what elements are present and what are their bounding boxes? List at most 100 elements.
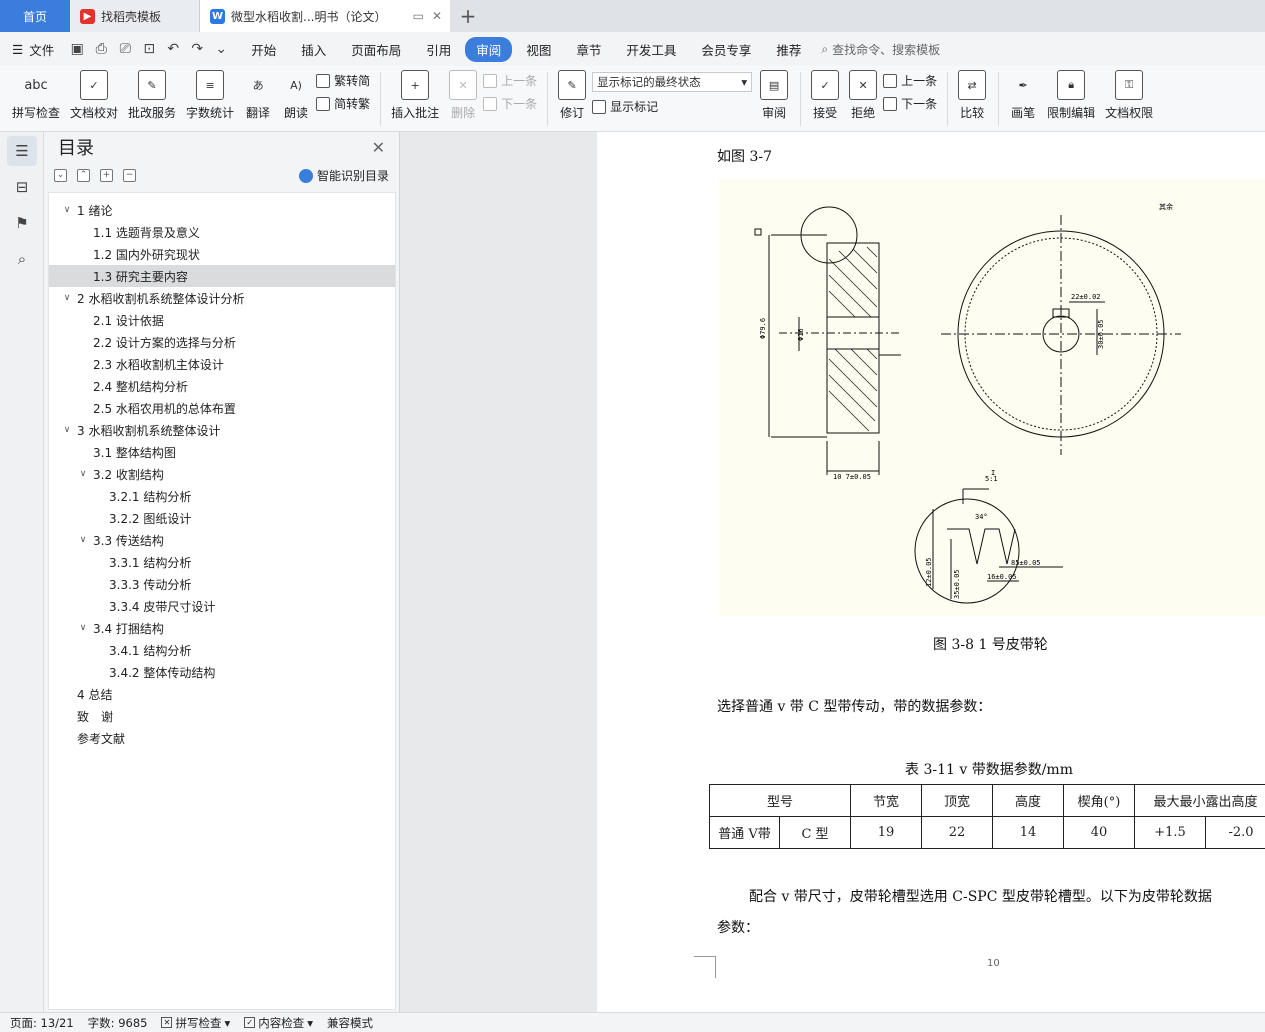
lock-icon: 🔒︎ bbox=[1057, 70, 1086, 100]
menu-page-layout[interactable]: 页面布局 bbox=[340, 37, 412, 62]
add-tab-button[interactable]: + bbox=[450, 0, 486, 32]
toc-item[interactable]: 致 谢 bbox=[49, 705, 395, 727]
document-page[interactable]: 如图 3-7 Φ79.6 Φ16 10 7±0.05 22±0.02 30±0.… bbox=[597, 132, 1265, 1012]
chevron-down-icon[interactable]: ∨ bbox=[61, 425, 73, 435]
track-changes-button[interactable]: ✎ 修订 bbox=[554, 66, 590, 121]
menu-references[interactable]: 引用 bbox=[415, 37, 462, 62]
pen-button[interactable]: ✒ 画笔 bbox=[1005, 66, 1041, 121]
spellcheck-button[interactable]: abc 拼写检查 bbox=[8, 66, 64, 121]
toc-panel-icon[interactable]: ☰ bbox=[7, 136, 37, 166]
toc-item[interactable]: ∨ 3.4 打捆结构 bbox=[49, 617, 395, 639]
print-icon[interactable]: ⎚ bbox=[116, 41, 134, 57]
toc-item[interactable]: ∨ 3 水稻收割机系统整体设计 bbox=[49, 419, 395, 441]
add-heading-icon[interactable]: + bbox=[100, 168, 113, 182]
reject-button[interactable]: ✕ 拒绝 bbox=[845, 66, 881, 121]
redo-icon[interactable]: ↷ bbox=[188, 41, 206, 57]
close-icon[interactable]: ✕ bbox=[372, 138, 385, 157]
menu-start[interactable]: 开始 bbox=[240, 37, 287, 62]
read-aloud-button[interactable]: A) 朗读 bbox=[278, 66, 314, 121]
toc-item[interactable]: 3.4.1 结构分析 bbox=[49, 639, 395, 661]
export-icon[interactable]: ⎙ bbox=[92, 41, 110, 57]
document-area[interactable]: 如图 3-7 Φ79.6 Φ16 10 7±0.05 22±0.02 30±0.… bbox=[400, 132, 1265, 1012]
search-icon[interactable]: ⌕ bbox=[7, 244, 37, 274]
toc-item[interactable]: 2.4 整机结构分析 bbox=[49, 375, 395, 397]
delete-comment-button[interactable]: ✕ 删除 bbox=[445, 66, 481, 121]
toc-item[interactable]: 2.1 设计依据 bbox=[49, 309, 395, 331]
toc-item[interactable]: 3.3.1 结构分析 bbox=[49, 551, 395, 573]
menu-section[interactable]: 章节 bbox=[565, 37, 612, 62]
prev-comment-button[interactable]: 上一条 bbox=[483, 72, 537, 89]
chevron-down-icon[interactable]: ∨ bbox=[77, 623, 89, 633]
close-tab-icon[interactable]: ✕ bbox=[432, 9, 442, 23]
toc-item[interactable]: 1.1 选题背景及意义 bbox=[49, 221, 395, 243]
menu-recommend[interactable]: 推荐 bbox=[765, 37, 812, 62]
collapse-all-icon[interactable]: ⌃ bbox=[77, 168, 90, 182]
menu-developer[interactable]: 开发工具 bbox=[615, 37, 687, 62]
toc-item[interactable]: 3.4.2 整体传动结构 bbox=[49, 661, 395, 683]
command-search[interactable]: ⌕ 查找命令、搜索模板 bbox=[821, 41, 940, 58]
doc-permission-button[interactable]: ⚿ 文档权限 bbox=[1101, 66, 1157, 121]
undo-icon[interactable]: ↶ bbox=[164, 41, 182, 57]
menu-insert[interactable]: 插入 bbox=[290, 37, 337, 62]
menu-review[interactable]: 审阅 bbox=[465, 36, 513, 62]
chevron-down-icon[interactable]: ∨ bbox=[61, 205, 73, 215]
simp-to-trad-button[interactable]: 简转繁 bbox=[316, 95, 370, 112]
accept-button[interactable]: ✓ 接受 bbox=[807, 66, 843, 121]
translate-button[interactable]: あ 翻译 bbox=[240, 66, 276, 121]
restrict-edit-button[interactable]: 🔒︎ 限制编辑 bbox=[1043, 66, 1099, 121]
toc-item[interactable]: 3.1 整体结构图 bbox=[49, 441, 395, 463]
toc-item[interactable]: 3.2.1 结构分析 bbox=[49, 485, 395, 507]
word-count-button[interactable]: ≡ 字数统计 bbox=[182, 66, 238, 121]
toc-item[interactable]: 2.5 水稻农用机的总体布置 bbox=[49, 397, 395, 419]
tab-current-document[interactable]: W 微型水稻收割...明书（论文） ▭ ✕ bbox=[200, 0, 450, 32]
page-indicator[interactable]: 页面: 13/21 bbox=[10, 1015, 74, 1031]
review-service-button[interactable]: ✎ 批改服务 bbox=[124, 66, 180, 121]
ribbon-divider bbox=[947, 72, 949, 126]
toc-item[interactable]: ∨ 3.3 传送结构 bbox=[49, 529, 395, 551]
outline-panel-icon[interactable]: ⊟ bbox=[7, 172, 37, 202]
table-cell: -2.0 bbox=[1205, 816, 1265, 849]
pin-tab-icon[interactable]: ▭ bbox=[413, 9, 424, 23]
next-revision-button[interactable]: 下一条 bbox=[883, 95, 937, 112]
smart-toc-button[interactable]: 智能识别目录 bbox=[298, 167, 389, 184]
menu-member[interactable]: 会员专享 bbox=[690, 37, 762, 62]
remove-heading-icon[interactable]: − bbox=[123, 168, 136, 182]
chevron-down-icon[interactable]: ∨ bbox=[77, 469, 89, 479]
toc-item[interactable]: ∨ 1 绪论 bbox=[49, 199, 395, 221]
toc-item[interactable]: 3.2.2 图纸设计 bbox=[49, 507, 395, 529]
customize-dropdown-icon[interactable]: ⌄ bbox=[212, 41, 230, 57]
bookmark-icon[interactable]: ⚑ bbox=[7, 208, 37, 238]
insert-comment-button[interactable]: + 插入批注 bbox=[387, 66, 443, 121]
expand-all-icon[interactable]: ⌄ bbox=[54, 168, 67, 182]
next-comment-button[interactable]: 下一条 bbox=[483, 95, 537, 112]
menu-view[interactable]: 视图 bbox=[515, 37, 562, 62]
toc-item[interactable]: ∨ 2 水稻收割机系统整体设计分析 bbox=[49, 287, 395, 309]
markup-state-select[interactable]: 显示标记的最终状态 ▾ bbox=[592, 72, 753, 92]
toc-item[interactable]: 4 总结 bbox=[49, 683, 395, 705]
prev-comment-icon bbox=[483, 73, 498, 88]
save-icon[interactable]: ▣ bbox=[68, 41, 86, 57]
doc-proofread-button[interactable]: ✓ 文档校对 bbox=[66, 66, 122, 121]
word-count-indicator[interactable]: 字数: 9685 bbox=[88, 1015, 148, 1031]
tab-docer-templates[interactable]: ▶ 找稻壳模板 bbox=[70, 0, 200, 32]
toc-item[interactable]: 参考文献 bbox=[49, 727, 395, 749]
toc-item[interactable]: 3.3.4 皮带尺寸设计 bbox=[49, 595, 395, 617]
toc-item[interactable]: 3.3.3 传动分析 bbox=[49, 573, 395, 595]
toc-item[interactable]: 2.3 水稻收割机主体设计 bbox=[49, 353, 395, 375]
print-preview-icon[interactable]: ⊡ bbox=[140, 41, 158, 57]
prev-revision-button[interactable]: 上一条 bbox=[883, 72, 937, 89]
show-markup-button[interactable]: 显示标记 bbox=[592, 98, 752, 115]
review-pane-button[interactable]: ▤ 审阅 bbox=[756, 66, 792, 121]
trad-to-simp-button[interactable]: 繁转简 bbox=[316, 72, 370, 89]
chevron-down-icon[interactable]: ∨ bbox=[61, 293, 73, 303]
tab-home[interactable]: 首页 bbox=[0, 0, 70, 32]
toc-item[interactable]: ∨ 3.2 收割结构 bbox=[49, 463, 395, 485]
toc-item[interactable]: 1.2 国内外研究现状 bbox=[49, 243, 395, 265]
chevron-down-icon[interactable]: ∨ bbox=[77, 535, 89, 545]
file-menu-button[interactable]: ☰ 文件 bbox=[12, 40, 54, 59]
spellcheck-status[interactable]: ✕ 拼写检查 ▾ bbox=[161, 1015, 230, 1031]
compare-button[interactable]: ⇄ 比较 bbox=[954, 66, 990, 121]
toc-item[interactable]: 1.3 研究主要内容 bbox=[49, 265, 395, 287]
toc-item[interactable]: 2.2 设计方案的选择与分析 bbox=[49, 331, 395, 353]
content-check-status[interactable]: ✓ 内容检查 ▾ bbox=[244, 1015, 313, 1031]
